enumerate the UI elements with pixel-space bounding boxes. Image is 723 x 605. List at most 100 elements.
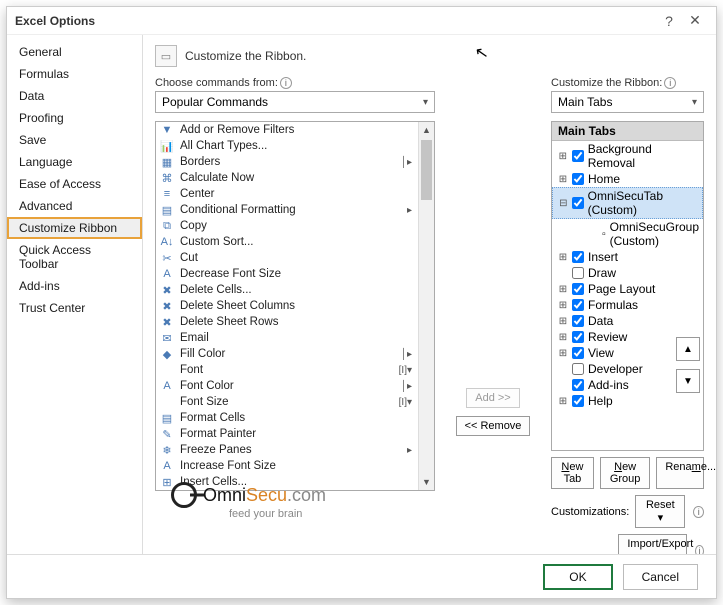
tree-node[interactable]: ⊞Help — [552, 393, 703, 409]
customize-ribbon-label: Customize the Ribbon:i — [551, 77, 704, 89]
command-label: Custom Sort... — [180, 236, 254, 248]
command-item[interactable]: ⧉Copy — [156, 218, 434, 234]
new-group-button[interactable]: New Group — [600, 457, 650, 489]
expand-icon[interactable]: ⊞ — [558, 252, 568, 263]
sidebar-item-advanced[interactable]: Advanced — [7, 195, 142, 217]
logo-icon — [171, 482, 197, 508]
choose-commands-combo[interactable]: Popular Commands ▾ — [155, 91, 435, 113]
sidebar-item-add-ins[interactable]: Add-ins — [7, 275, 142, 297]
command-label: Delete Sheet Rows — [180, 316, 278, 328]
tree-node[interactable]: ⊞Home — [552, 171, 703, 187]
sidebar-item-quick-access-toolbar[interactable]: Quick Access Toolbar — [7, 239, 142, 275]
command-item[interactable]: ✖Delete Sheet Columns — [156, 298, 434, 314]
command-item[interactable]: ▤Conditional Formatting▸ — [156, 202, 434, 218]
tree-checkbox[interactable] — [572, 315, 584, 327]
move-down-button[interactable]: ▼ — [676, 369, 700, 393]
tree-checkbox[interactable] — [572, 363, 584, 375]
move-up-button[interactable]: ▲ — [676, 337, 700, 361]
tree-node[interactable]: ⊞Data — [552, 313, 703, 329]
command-item[interactable]: AIncrease Font Size — [156, 458, 434, 474]
info-icon[interactable]: i — [693, 506, 704, 518]
reset-button[interactable]: Reset ▾ — [635, 495, 685, 528]
info-icon[interactable]: i — [664, 77, 676, 89]
expand-icon[interactable]: ⊞ — [558, 174, 568, 185]
command-item[interactable]: ✂Cut — [156, 250, 434, 266]
scroll-up-icon[interactable]: ▲ — [419, 122, 434, 138]
command-label: Borders — [180, 156, 220, 168]
commands-listbox[interactable]: ▲ ▼ ▼Add or Remove Filters📊All Chart Typ… — [155, 121, 435, 491]
tree-checkbox[interactable] — [572, 197, 584, 209]
expand-icon[interactable]: ⊞ — [558, 284, 568, 295]
tree-checkbox[interactable] — [572, 347, 584, 359]
command-item[interactable]: Font[I]▾ — [156, 362, 434, 378]
info-icon[interactable]: i — [695, 545, 704, 555]
scroll-down-icon[interactable]: ▼ — [419, 474, 434, 490]
new-tab-button[interactable]: New Tab — [551, 457, 594, 489]
tree-checkbox[interactable] — [572, 331, 584, 343]
scrollbar[interactable]: ▲ ▼ — [418, 122, 434, 490]
sidebar-item-trust-center[interactable]: Trust Center — [7, 297, 142, 319]
sidebar-item-proofing[interactable]: Proofing — [7, 107, 142, 129]
tree-checkbox[interactable] — [572, 267, 584, 279]
tree-node[interactable]: ⊞Formulas — [552, 297, 703, 313]
ribbon-tree[interactable]: Main Tabs ⊞Background Removal⊞Home⊟OmniS… — [551, 121, 704, 451]
tree-checkbox[interactable] — [572, 251, 584, 263]
tree-node[interactable]: ⊞Page Layout — [552, 281, 703, 297]
command-item[interactable]: 📊All Chart Types... — [156, 138, 434, 154]
command-item[interactable]: Font Size[I]▾ — [156, 394, 434, 410]
tree-node[interactable]: Draw — [552, 265, 703, 281]
rename-button[interactable]: Rename... — [656, 457, 704, 489]
command-item[interactable]: ≡Center — [156, 186, 434, 202]
command-item[interactable]: ▦Borders│▸ — [156, 154, 434, 170]
sidebar-item-ease-of-access[interactable]: Ease of Access — [7, 173, 142, 195]
tree-node[interactable]: ⊞Background Removal — [552, 141, 703, 171]
expand-icon[interactable]: ⊞ — [558, 300, 568, 311]
command-item[interactable]: ▼Add or Remove Filters — [156, 122, 434, 138]
import-export-button[interactable]: Import/Export ▾ — [618, 534, 687, 554]
command-item[interactable]: A↓Custom Sort... — [156, 234, 434, 250]
command-item[interactable]: ❄Freeze Panes▸ — [156, 442, 434, 458]
command-item[interactable]: ▤Format Cells — [156, 410, 434, 426]
command-item[interactable]: ✎Format Painter — [156, 426, 434, 442]
tree-checkbox[interactable] — [572, 395, 584, 407]
tree-node[interactable]: ⊟OmniSecuTab (Custom) — [552, 187, 703, 219]
remove-button[interactable]: << Remove — [456, 416, 531, 436]
tree-checkbox[interactable] — [572, 379, 584, 391]
sidebar-item-save[interactable]: Save — [7, 129, 142, 151]
tree-checkbox[interactable] — [572, 299, 584, 311]
tree-node[interactable]: ▫OmniSecuGroup (Custom) — [552, 219, 703, 249]
ribbon-icon: ▭ — [155, 45, 177, 67]
tree-checkbox[interactable] — [572, 150, 584, 162]
help-button[interactable]: ? — [656, 11, 682, 31]
scroll-thumb[interactable] — [421, 140, 432, 200]
tree-node[interactable]: ⊞Insert — [552, 249, 703, 265]
sidebar-item-formulas[interactable]: Formulas — [7, 63, 142, 85]
sidebar-item-language[interactable]: Language — [7, 151, 142, 173]
cancel-button[interactable]: Cancel — [623, 564, 698, 590]
command-item[interactable]: ◆Fill Color│▸ — [156, 346, 434, 362]
add-button[interactable]: Add >> — [466, 388, 519, 408]
watermark-logo: OmniSecu.com feed your brain — [171, 482, 326, 508]
command-item[interactable]: ✖Delete Sheet Rows — [156, 314, 434, 330]
ok-button[interactable]: OK — [543, 564, 612, 590]
command-item[interactable]: ⌘Calculate Now — [156, 170, 434, 186]
info-icon[interactable]: i — [280, 77, 292, 89]
expand-icon[interactable]: ⊞ — [558, 396, 568, 407]
command-item[interactable]: ✖Delete Cells... — [156, 282, 434, 298]
expand-icon[interactable]: ⊞ — [558, 348, 568, 359]
tree-label: View — [588, 346, 614, 360]
expand-icon[interactable]: ⊞ — [558, 332, 568, 343]
sidebar-item-customize-ribbon[interactable]: Customize Ribbon — [7, 217, 142, 239]
sidebar-item-general[interactable]: General — [7, 41, 142, 63]
tree-checkbox[interactable] — [572, 173, 584, 185]
expand-icon[interactable]: ⊞ — [558, 151, 568, 162]
close-button[interactable]: ✕ — [682, 11, 708, 31]
sidebar-item-data[interactable]: Data — [7, 85, 142, 107]
command-item[interactable]: ✉Email — [156, 330, 434, 346]
expand-icon[interactable]: ⊞ — [558, 316, 568, 327]
customize-ribbon-combo[interactable]: Main Tabs ▾ — [551, 91, 704, 113]
tree-checkbox[interactable] — [572, 283, 584, 295]
command-item[interactable]: ADecrease Font Size — [156, 266, 434, 282]
collapse-icon[interactable]: ⊟ — [559, 198, 568, 209]
command-item[interactable]: AFont Color│▸ — [156, 378, 434, 394]
